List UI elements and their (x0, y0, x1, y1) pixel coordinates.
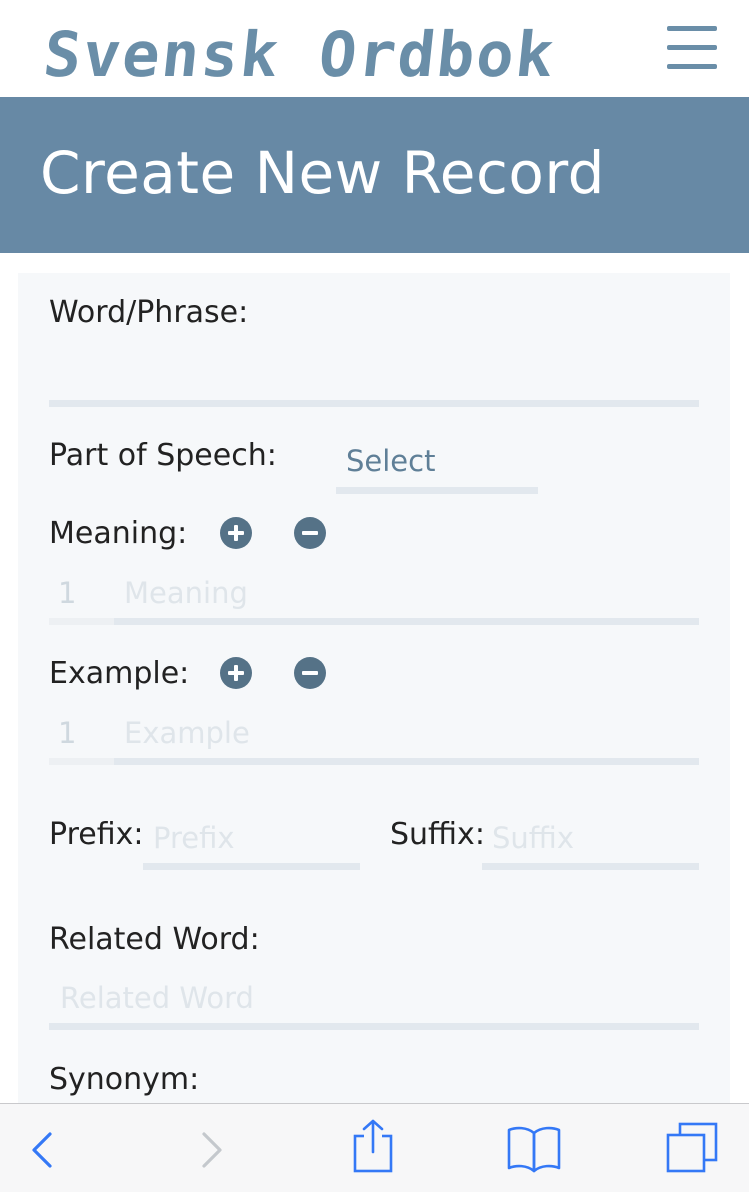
menu-bar (667, 26, 717, 31)
meaning-number: 1 (58, 576, 77, 610)
part-of-speech-select[interactable]: Select (346, 444, 435, 478)
meaning-label: Meaning: (49, 516, 188, 551)
hamburger-menu-icon[interactable] (667, 26, 717, 70)
suffix-underline (482, 863, 699, 870)
plus-icon-stem (234, 665, 238, 681)
meaning-number-underline (49, 618, 114, 625)
meaning-underline (114, 618, 699, 625)
example-number-underline (49, 758, 114, 765)
remove-meaning-icon[interactable] (294, 517, 326, 549)
word-phrase-input[interactable] (49, 400, 699, 407)
site-logo[interactable]: Svensk Ordbok (40, 18, 559, 91)
forward-icon[interactable] (196, 1130, 226, 1170)
suffix-label: Suffix: (390, 817, 485, 852)
top-header: Svensk Ordbok (0, 0, 749, 97)
menu-bar (667, 64, 717, 69)
tabs-icon[interactable] (664, 1120, 720, 1176)
minus-icon (302, 531, 318, 535)
minus-icon (302, 671, 318, 675)
prefix-label: Prefix: (49, 817, 144, 852)
example-input[interactable]: Example (124, 716, 250, 750)
suffix-input[interactable]: Suffix (492, 821, 574, 855)
page-title: Create New Record (40, 139, 605, 207)
prefix-input[interactable]: Prefix (153, 821, 235, 855)
prefix-underline (143, 863, 360, 870)
part-of-speech-label: Part of Speech: (49, 438, 277, 473)
bookmarks-icon[interactable] (505, 1124, 563, 1174)
add-example-icon[interactable] (220, 657, 252, 689)
browser-toolbar (0, 1103, 749, 1192)
page-banner: Create New Record (0, 97, 749, 253)
synonym-label: Synonym: (49, 1062, 200, 1097)
meaning-input[interactable]: Meaning (124, 576, 248, 610)
back-icon[interactable] (28, 1130, 58, 1170)
plus-icon-stem (234, 525, 238, 541)
example-label: Example: (49, 656, 190, 691)
related-word-label: Related Word: (49, 922, 260, 957)
share-icon[interactable] (350, 1118, 396, 1174)
related-word-underline (49, 1023, 699, 1030)
remove-example-icon[interactable] (294, 657, 326, 689)
example-number: 1 (58, 716, 77, 750)
example-underline (114, 758, 699, 765)
word-phrase-label: Word/Phrase: (49, 295, 249, 330)
related-word-input[interactable]: Related Word (60, 981, 254, 1015)
add-meaning-icon[interactable] (220, 517, 252, 549)
part-of-speech-underline (336, 487, 538, 494)
menu-bar (667, 45, 717, 50)
